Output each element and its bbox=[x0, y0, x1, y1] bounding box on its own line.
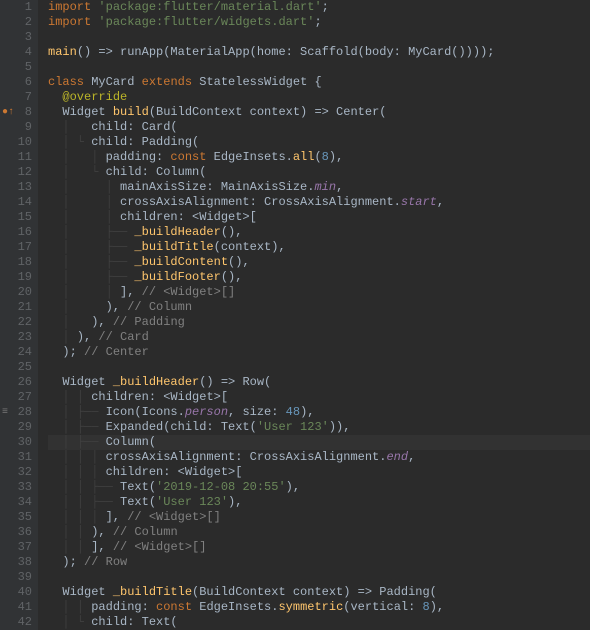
line-number: 2 bbox=[0, 15, 32, 30]
line-number: 39 bbox=[0, 570, 32, 585]
code-line[interactable]: │ │ crossAxisAlignment: CrossAxisAlignme… bbox=[48, 195, 590, 210]
override-marker-icon[interactable]: ●↑ bbox=[2, 105, 14, 120]
line-number: 34 bbox=[0, 495, 32, 510]
code-line[interactable]: import 'package:flutter/material.dart'; bbox=[48, 0, 590, 15]
line-number: 20 bbox=[0, 285, 32, 300]
code-line[interactable] bbox=[48, 570, 590, 585]
line-number: 5 bbox=[0, 60, 32, 75]
code-line[interactable]: │ │ ], // <Widget>[] bbox=[48, 540, 590, 555]
line-number: 15 bbox=[0, 210, 32, 225]
line-number: 17 bbox=[0, 240, 32, 255]
line-number: 24 bbox=[0, 345, 32, 360]
code-line[interactable]: │ │ │ children: <Widget>[ bbox=[48, 465, 590, 480]
line-number: 30 bbox=[0, 435, 32, 450]
code-line[interactable]: │ │ ], // <Widget>[] bbox=[48, 285, 590, 300]
line-number: 18 bbox=[0, 255, 32, 270]
code-line[interactable]: │ ), // Card bbox=[48, 330, 590, 345]
code-line[interactable]: │ ├── _buildFooter(), bbox=[48, 270, 590, 285]
line-number: 42 bbox=[0, 615, 32, 630]
code-line[interactable]: Widget build(BuildContext context) => Ce… bbox=[48, 105, 590, 120]
line-number: 33 bbox=[0, 480, 32, 495]
line-number: 14 bbox=[0, 195, 32, 210]
code-line[interactable]: class MyCard extends StatelessWidget { bbox=[48, 75, 590, 90]
line-number: 1 bbox=[0, 0, 32, 15]
code-line[interactable]: │ │ │ crossAxisAlignment: CrossAxisAlign… bbox=[48, 450, 590, 465]
code-line[interactable]: │ ├── Expanded(child: Text('User 123')), bbox=[48, 420, 590, 435]
code-line[interactable]: │ ├── _buildHeader(), bbox=[48, 225, 590, 240]
code-line[interactable]: │ ), // Column bbox=[48, 300, 590, 315]
code-line[interactable]: │ └ child: Text( bbox=[48, 615, 590, 630]
author-marker-icon[interactable]: ≡ bbox=[2, 405, 8, 420]
line-number: 10 bbox=[0, 135, 32, 150]
code-line[interactable]: │ │ mainAxisSize: MainAxisSize.min, bbox=[48, 180, 590, 195]
code-line[interactable]: import 'package:flutter/widgets.dart'; bbox=[48, 15, 590, 30]
code-line[interactable]: │ └ child: Padding( bbox=[48, 135, 590, 150]
code-line[interactable]: ); // Row bbox=[48, 555, 590, 570]
line-number: 9 bbox=[0, 120, 32, 135]
line-number: 29 bbox=[0, 420, 32, 435]
line-number: 38 bbox=[0, 555, 32, 570]
line-number: 12 bbox=[0, 165, 32, 180]
line-number: 6 bbox=[0, 75, 32, 90]
line-number: 11 bbox=[0, 150, 32, 165]
line-number: 41 bbox=[0, 600, 32, 615]
code-line[interactable]: │ ├── Column( bbox=[48, 435, 590, 450]
line-number: 31 bbox=[0, 450, 32, 465]
line-number: 7 bbox=[0, 90, 32, 105]
code-line[interactable]: │ │ ├── Text('2019-12-08 20:55'), bbox=[48, 480, 590, 495]
line-number: 19 bbox=[0, 270, 32, 285]
code-line[interactable]: │ ), // Padding bbox=[48, 315, 590, 330]
line-number: 35 bbox=[0, 510, 32, 525]
line-gutter: 1234567●↑8910111213141516171819202122232… bbox=[0, 0, 38, 630]
code-line[interactable]: @override bbox=[48, 90, 590, 105]
code-line[interactable]: │ │ │ ], // <Widget>[] bbox=[48, 510, 590, 525]
code-line[interactable]: │ │ children: <Widget>[ bbox=[48, 210, 590, 225]
code-area[interactable]: import 'package:flutter/material.dart';i… bbox=[38, 0, 590, 630]
code-line[interactable]: │ │ ), // Column bbox=[48, 525, 590, 540]
line-number: 22 bbox=[0, 315, 32, 330]
line-number: 40 bbox=[0, 585, 32, 600]
code-line[interactable]: │ child: Card( bbox=[48, 120, 590, 135]
line-number: 3 bbox=[0, 30, 32, 45]
line-number: 37 bbox=[0, 540, 32, 555]
code-line[interactable] bbox=[48, 30, 590, 45]
code-line[interactable]: │ ├── Icon(Icons.person, size: 48), bbox=[48, 405, 590, 420]
code-line[interactable]: Widget _buildTitle(BuildContext context)… bbox=[48, 585, 590, 600]
code-line[interactable]: │ ├── _buildTitle(context), bbox=[48, 240, 590, 255]
line-number: 16 bbox=[0, 225, 32, 240]
code-line[interactable]: Widget _buildHeader() => Row( bbox=[48, 375, 590, 390]
code-line[interactable]: main() => runApp(MaterialApp(home: Scaff… bbox=[48, 45, 590, 60]
code-line[interactable]: │ │ padding: const EdgeInsets.all(8), bbox=[48, 150, 590, 165]
line-number: 4 bbox=[0, 45, 32, 60]
code-line[interactable]: │ │ children: <Widget>[ bbox=[48, 390, 590, 405]
line-number: 26 bbox=[0, 375, 32, 390]
line-number: 21 bbox=[0, 300, 32, 315]
line-number: 36 bbox=[0, 525, 32, 540]
code-line[interactable] bbox=[48, 60, 590, 75]
code-line[interactable]: │ │ ├── Text('User 123'), bbox=[48, 495, 590, 510]
line-number: 27 bbox=[0, 390, 32, 405]
code-line[interactable]: │ │ padding: const EdgeInsets.symmetric(… bbox=[48, 600, 590, 615]
code-editor[interactable]: 1234567●↑8910111213141516171819202122232… bbox=[0, 0, 590, 630]
code-line[interactable]: ); // Center bbox=[48, 345, 590, 360]
code-line[interactable]: │ ├── _buildContent(), bbox=[48, 255, 590, 270]
line-number: 13 bbox=[0, 180, 32, 195]
code-line[interactable] bbox=[48, 360, 590, 375]
line-number: 32 bbox=[0, 465, 32, 480]
line-number: 25 bbox=[0, 360, 32, 375]
line-number: 23 bbox=[0, 330, 32, 345]
code-line[interactable]: │ └ child: Column( bbox=[48, 165, 590, 180]
